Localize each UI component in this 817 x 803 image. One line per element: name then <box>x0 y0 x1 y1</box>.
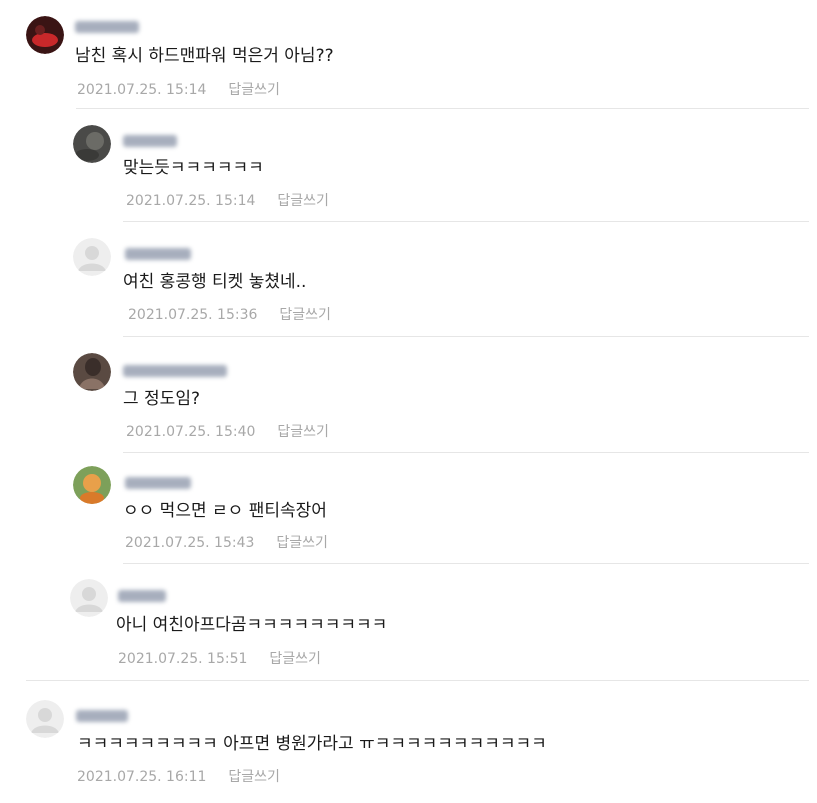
comment-meta: 2021.07.25. 16:11 답글쓰기 <box>77 768 280 786</box>
comment-meta: 2021.07.25. 15:51 답글쓰기 <box>118 650 321 668</box>
author-name-masked[interactable] <box>118 590 166 602</box>
reply-button[interactable]: 답글쓰기 <box>276 535 328 551</box>
divider <box>123 336 809 337</box>
reply-button[interactable]: 답글쓰기 <box>269 651 321 667</box>
comment-timestamp: 2021.07.25. 15:43 <box>125 535 255 551</box>
comment-meta: 2021.07.25. 15:14 답글쓰기 <box>77 81 280 99</box>
divider <box>123 452 809 453</box>
reply-button[interactable]: 답글쓰기 <box>228 769 280 785</box>
comment-meta: 2021.07.25. 15:43 답글쓰기 <box>125 534 328 552</box>
comment-text: 맞는듯ㅋㅋㅋㅋㅋㅋ <box>123 158 264 178</box>
author-name-masked[interactable] <box>75 21 139 33</box>
user-photo-dark-icon[interactable] <box>73 125 111 163</box>
user-photo-brown-icon[interactable] <box>73 353 111 391</box>
divider <box>123 563 809 564</box>
comment-text: 남친 혹시 하드맨파워 먹은거 아님?? <box>75 46 334 66</box>
reply-button[interactable]: 답글쓰기 <box>277 424 329 440</box>
reply-button[interactable]: 답글쓰기 <box>277 193 329 209</box>
author-name-masked[interactable] <box>125 248 191 260</box>
default-avatar-icon[interactable] <box>26 700 64 738</box>
comment-text: 여친 홍콩행 티켓 놓쳤네.. <box>123 272 307 292</box>
comment-text: ㅇㅇ 먹으면 ㄹㅇ 팬티속장어 <box>123 501 327 521</box>
comment-text: ㅋㅋㅋㅋㅋㅋㅋㅋㅋ 아프면 병원가라고 ㅠㅋㅋㅋㅋㅋㅋㅋㅋㅋㅋㅋ <box>77 734 547 754</box>
reply-button[interactable]: 답글쓰기 <box>279 307 331 323</box>
reply-button[interactable]: 답글쓰기 <box>228 82 280 98</box>
comment-text: 아니 여친아프다곰ㅋㅋㅋㅋㅋㅋㅋㅋㅋ <box>116 615 388 635</box>
divider <box>76 108 809 109</box>
author-name-masked[interactable] <box>123 365 227 377</box>
comment-timestamp: 2021.07.25. 15:51 <box>118 651 248 667</box>
comment-meta: 2021.07.25. 15:36 답글쓰기 <box>128 306 331 324</box>
comment-timestamp: 2021.07.25. 15:40 <box>126 424 256 440</box>
comment-timestamp: 2021.07.25. 16:11 <box>77 769 207 785</box>
comment-meta: 2021.07.25. 15:40 답글쓰기 <box>126 423 329 441</box>
default-avatar-icon[interactable] <box>73 238 111 276</box>
divider <box>123 221 809 222</box>
comment-text: 그 정도임? <box>123 389 200 409</box>
user-photo-orange-icon[interactable] <box>73 466 111 504</box>
author-name-masked[interactable] <box>125 477 191 489</box>
divider <box>26 680 809 681</box>
comment-timestamp: 2021.07.25. 15:14 <box>77 82 207 98</box>
comment-meta: 2021.07.25. 15:14 답글쓰기 <box>126 192 329 210</box>
author-name-masked[interactable] <box>123 135 177 147</box>
author-name-masked[interactable] <box>76 710 128 722</box>
comment-timestamp: 2021.07.25. 15:14 <box>126 193 256 209</box>
user-photo-red-icon[interactable] <box>26 16 64 54</box>
comment-timestamp: 2021.07.25. 15:36 <box>128 307 258 323</box>
default-avatar-icon[interactable] <box>70 579 108 617</box>
